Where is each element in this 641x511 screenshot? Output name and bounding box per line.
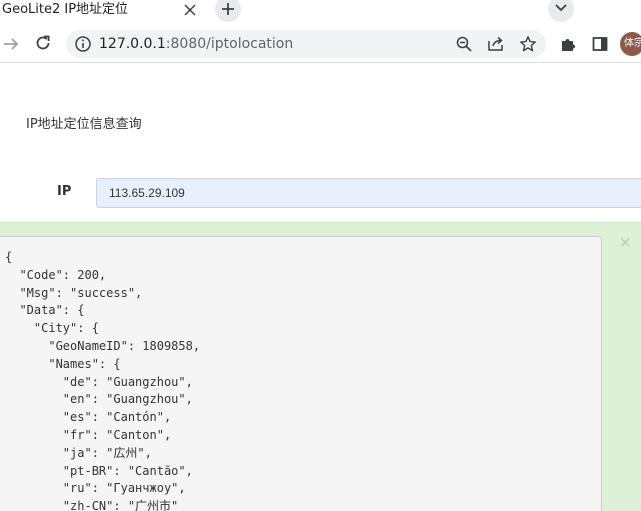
page-title: IP地址定位信息查询 bbox=[26, 117, 142, 132]
tab-strip: GeoLite2 IP地址定位 bbox=[0, 0, 641, 26]
ip-input[interactable] bbox=[96, 178, 641, 208]
close-icon[interactable]: × bbox=[619, 234, 632, 250]
info-icon[interactable] bbox=[74, 35, 94, 55]
url-path: :8080/iptolocation bbox=[165, 36, 294, 52]
zoom-out-icon[interactable] bbox=[455, 35, 475, 55]
share-icon[interactable] bbox=[487, 35, 507, 55]
side-panel-icon[interactable] bbox=[591, 35, 611, 55]
avatar[interactable]: 体宗 bbox=[620, 32, 641, 56]
json-result-text: { "Code": 200, "Msg": "success", "Data":… bbox=[5, 250, 201, 511]
json-result-box: { "Code": 200, "Msg": "success", "Data":… bbox=[0, 236, 602, 511]
close-icon[interactable] bbox=[183, 2, 197, 16]
reload-icon[interactable] bbox=[34, 34, 54, 54]
puzzle-icon[interactable] bbox=[559, 35, 579, 55]
chevron-down-icon bbox=[555, 4, 567, 12]
browser-toolbar: 127.0.0.1:8080/iptolocation 体宗 bbox=[0, 26, 641, 63]
arrow-right-icon[interactable] bbox=[2, 35, 22, 55]
star-icon[interactable] bbox=[519, 35, 539, 55]
url-host: 127.0.0.1 bbox=[99, 36, 166, 52]
new-tab-button[interactable] bbox=[215, 0, 241, 22]
plus-icon bbox=[222, 3, 234, 15]
ip-label: IP bbox=[57, 184, 72, 199]
tab-search-button[interactable] bbox=[548, 0, 574, 22]
address-bar[interactable]: 127.0.0.1:8080/iptolocation bbox=[66, 30, 546, 58]
url-text[interactable]: 127.0.0.1:8080/iptolocation bbox=[99, 35, 293, 53]
browser-tab[interactable]: GeoLite2 IP地址定位 bbox=[0, 0, 205, 26]
tab-title: GeoLite2 IP地址定位 bbox=[2, 2, 129, 17]
